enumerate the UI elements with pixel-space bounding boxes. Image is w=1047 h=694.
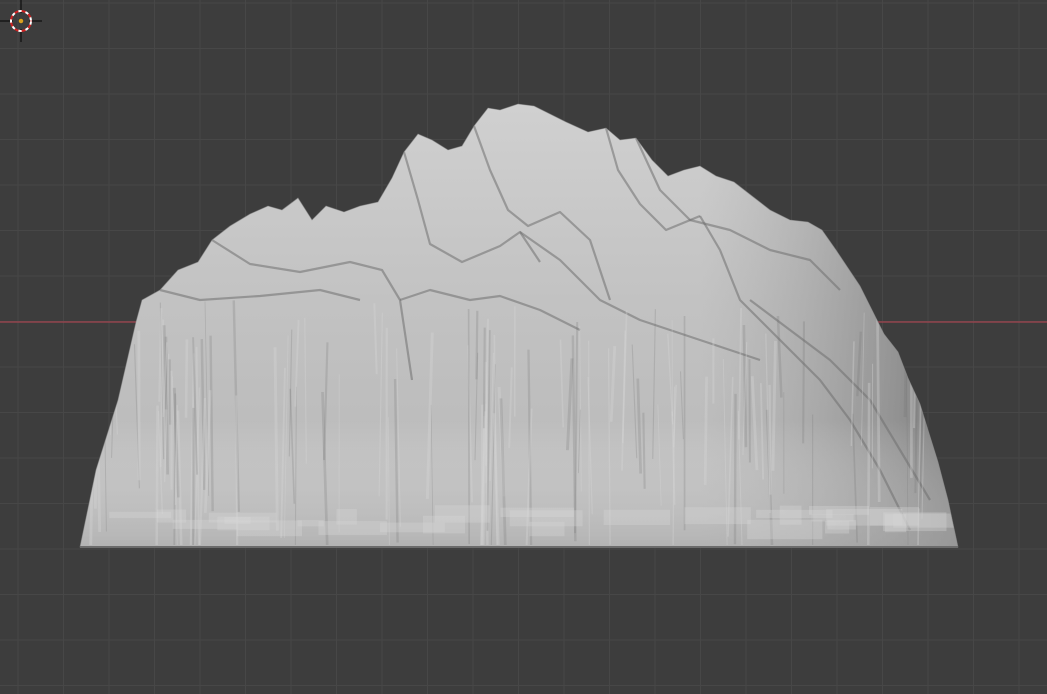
cliff-streak <box>184 339 189 418</box>
cliff-streak <box>912 361 917 429</box>
cliff-streak <box>155 405 159 546</box>
viewport-canvas[interactable] <box>0 0 1047 694</box>
cliff-streak <box>802 321 806 444</box>
base-highlight <box>603 509 671 525</box>
cliff-streak <box>588 340 590 546</box>
3d-viewport[interactable] <box>0 0 1047 694</box>
base-highlight <box>684 507 751 525</box>
cliff-streak <box>703 376 708 485</box>
cliff-streak <box>84 358 91 502</box>
cliff-streak <box>105 321 112 435</box>
base-highlight <box>109 511 172 519</box>
cliff-streak <box>903 300 909 418</box>
cliff-streak <box>93 343 98 509</box>
terrain-mesh[interactable] <box>60 90 980 560</box>
base-highlight <box>756 509 833 518</box>
base-highlight <box>500 507 575 518</box>
base-highlight <box>318 521 388 535</box>
cliff-streak <box>168 359 172 425</box>
base-highlight <box>826 508 903 526</box>
cliff-streak <box>922 321 929 404</box>
cliff-streak <box>876 314 881 502</box>
base-highlight <box>747 519 823 540</box>
3d-cursor-icon[interactable] <box>0 0 42 42</box>
base-highlight <box>423 515 465 534</box>
base-highlight <box>208 512 277 523</box>
cliff-streak <box>642 412 646 489</box>
